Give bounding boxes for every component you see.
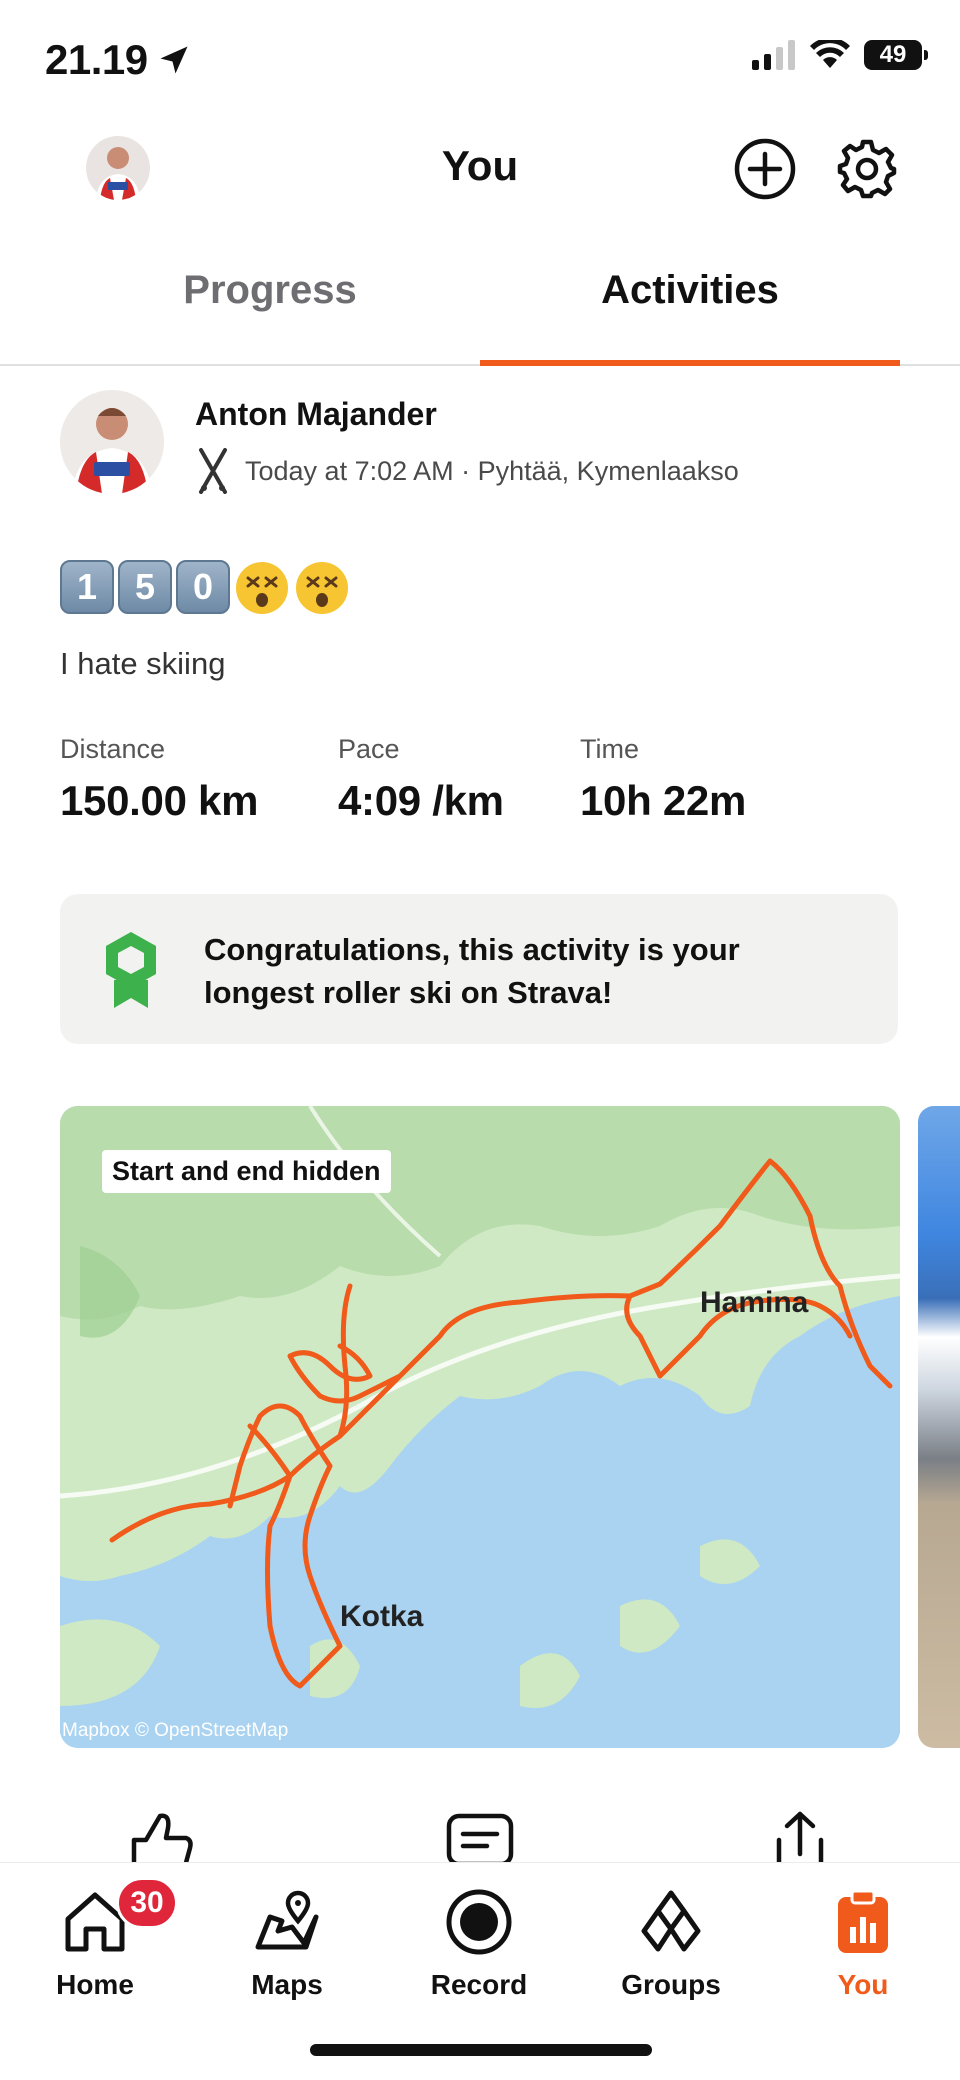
stat-value: 150.00 km (60, 777, 259, 824)
map-privacy-label: Start and end hidden (102, 1150, 391, 1193)
map-city-label: Kotka (340, 1600, 424, 1633)
activity-map[interactable]: Start and end hidden Hamina Kotka Mapbox… (60, 1106, 900, 1748)
achievement-badge-icon (106, 932, 156, 1008)
keycap-digit: 5 (118, 560, 172, 614)
nav-label: You (837, 1969, 889, 2000)
dizzy-face-icon (296, 562, 348, 614)
keycap-digit: 0 (176, 560, 230, 614)
activity-title[interactable]: 1 5 0 (60, 560, 350, 616)
roller-ski-icon (199, 448, 227, 494)
status-time: 21.19 (45, 36, 192, 84)
keycap-digit: 1 (60, 560, 114, 614)
like-icon[interactable] (126, 1810, 196, 1870)
nav-label: Groups (621, 1969, 721, 2000)
cellular-signal-icon (752, 40, 795, 70)
share-icon[interactable] (765, 1810, 835, 1870)
activity-description: I hate skiing (60, 646, 226, 681)
add-button[interactable] (733, 137, 797, 201)
stat-label: Pace (338, 734, 400, 764)
stat-time: Time 10h 22m (580, 734, 746, 825)
stat-pace: Pace 4:09 /km (338, 734, 504, 825)
record-icon (446, 1889, 512, 1955)
stat-distance: Distance 150.00 km (60, 734, 258, 825)
gear-icon (837, 139, 897, 199)
wifi-icon (810, 40, 850, 68)
stat-label: Time (580, 734, 639, 764)
nav-groups[interactable]: Groups (596, 1887, 746, 2001)
home-indicator[interactable] (310, 2044, 652, 2056)
athlete-avatar[interactable] (60, 390, 164, 494)
you-icon (838, 1889, 888, 1953)
athlete-avatar-image (60, 390, 164, 494)
activity-photo-thumbnail[interactable] (918, 1106, 960, 1748)
settings-button[interactable] (835, 137, 899, 201)
achievement-banner[interactable]: Congratulations, this activity is your l… (60, 894, 898, 1044)
nav-label: Maps (251, 1969, 323, 2000)
achievement-text: Congratulations, this activity is your l… (204, 932, 740, 1010)
nav-label: Home (56, 1969, 134, 2000)
groups-icon (641, 1890, 701, 1952)
location-arrow-icon (160, 46, 188, 74)
page-title: You (441, 142, 519, 189)
notification-badge: 30 (116, 1877, 178, 1929)
activity-meta: Today at 7:02 AM · Pyhtää, Kymenlaakso (195, 448, 739, 494)
status-indicators: 49 (752, 40, 928, 70)
map-city-label: Hamina (700, 1286, 809, 1319)
stat-value: 10h 22m (580, 777, 747, 824)
status-time-text: 21.19 (45, 36, 148, 83)
nav-label: Record (430, 1969, 528, 2000)
map-attribution: Mapbox © OpenStreetMap (62, 1720, 289, 1741)
nav-you[interactable]: You (788, 1887, 938, 2001)
stat-value: 4:09 /km (338, 777, 504, 824)
activity-meta-text: Today at 7:02 AM · Pyhtää, Kymenlaakso (245, 455, 739, 486)
battery-level: 49 (879, 41, 907, 68)
nav-maps[interactable]: Maps (212, 1887, 362, 2001)
battery-icon: 49 (864, 40, 928, 70)
stat-label: Distance (60, 734, 166, 764)
active-tab-indicator (480, 360, 900, 366)
athlete-name[interactable]: Anton Majander (195, 396, 437, 433)
nav-record[interactable]: Record (404, 1887, 554, 2001)
map-icon (255, 1890, 319, 1950)
comment-icon[interactable] (445, 1810, 515, 1870)
map-image (60, 1106, 900, 1748)
tab-activities[interactable]: Activities (480, 268, 900, 313)
dizzy-face-icon (236, 562, 288, 614)
tab-progress[interactable]: Progress (60, 268, 480, 313)
plus-circle-icon (734, 138, 796, 200)
